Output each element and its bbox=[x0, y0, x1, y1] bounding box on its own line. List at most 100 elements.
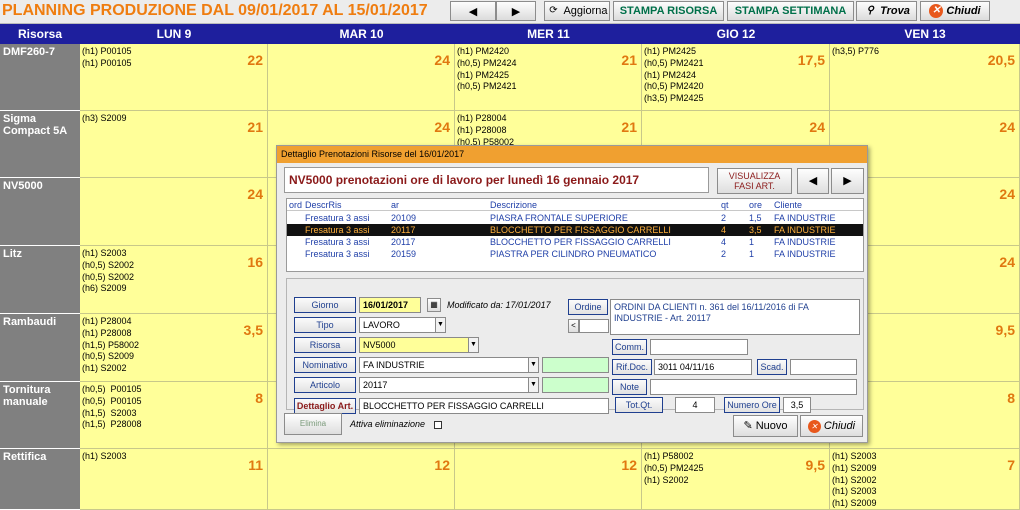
trova-button[interactable]: ⚲ Trova bbox=[856, 1, 917, 21]
binoculars-icon: ⚲ bbox=[866, 5, 874, 16]
nuovo-button[interactable]: ✎ Nuovo bbox=[733, 415, 798, 437]
available-hours: 24 bbox=[999, 119, 1015, 135]
available-hours: 24 bbox=[999, 186, 1015, 202]
table-cell: FA INDUSTRIE bbox=[774, 249, 836, 259]
prev-week-button[interactable]: ◀ bbox=[450, 1, 496, 21]
planner-cell[interactable]: (h1) S2003 (h0,5) S2002 (h0,5) S2002 (h6… bbox=[80, 246, 268, 314]
giorno-field[interactable]: 16/01/2017 bbox=[359, 297, 421, 313]
planner-cell[interactable]: 24 bbox=[268, 44, 455, 111]
chiudi-button[interactable]: ✕ Chiudi bbox=[920, 1, 990, 21]
table-cell: 2 bbox=[721, 249, 727, 259]
articolo-code-field[interactable] bbox=[542, 377, 609, 393]
table-cell: BLOCCHETTO PER FISSAGGIO CARRELLI bbox=[490, 237, 671, 247]
table-cell: 3,5 bbox=[749, 225, 762, 235]
available-hours: 21 bbox=[621, 52, 637, 68]
rifdoc-field[interactable]: 3011 04/11/16 bbox=[654, 359, 752, 375]
aggiorna-button[interactable]: ⟳ Aggiorna bbox=[544, 1, 610, 21]
new-record-icon: ✎ bbox=[743, 420, 753, 432]
table-cell: 4 bbox=[721, 237, 727, 247]
nominativo-select[interactable]: FA INDUSTRIE ▼ bbox=[359, 357, 539, 373]
ordine-prev-button[interactable]: < bbox=[568, 319, 579, 333]
nominativo-code-field[interactable] bbox=[542, 357, 609, 373]
giorno-label: Giorno bbox=[294, 297, 356, 313]
ordine-nav-field[interactable] bbox=[579, 319, 609, 333]
available-hours: 24 bbox=[247, 186, 263, 202]
resource-label: Rambaudi bbox=[0, 314, 80, 382]
stampa-risorsa-button[interactable]: STAMPA RISORSA bbox=[613, 1, 724, 21]
dialog-chiudi-button[interactable]: ✕ Chiudi bbox=[800, 415, 863, 437]
planner-cell[interactable]: (h1) P00105 (h1) P00105 22 bbox=[80, 44, 268, 111]
attiva-eliminazione-checkbox[interactable] bbox=[434, 421, 442, 429]
planner-cell[interactable]: (h0,5) P00105 (h0,5) P00105 (h1,5) S2003… bbox=[80, 382, 268, 449]
close-icon: ✕ bbox=[807, 419, 821, 433]
next-week-button[interactable]: ▶ bbox=[496, 1, 536, 21]
risorsa-select[interactable]: NV5000 ▼ bbox=[359, 337, 479, 353]
available-hours: 16 bbox=[247, 254, 263, 270]
table-row[interactable]: Fresatura 3 assi 20117 BLOCCHETTO PER FISS… bbox=[287, 224, 863, 236]
arrow-left-icon: ◀ bbox=[808, 175, 818, 187]
planner-cell[interactable]: (h1) PM2425 (h0,5) PM2421 (h1) PM2424 (h… bbox=[642, 44, 830, 111]
booking-entries: (h3) S2009 bbox=[82, 113, 127, 123]
table-cell: Fresatura 3 assi bbox=[305, 237, 370, 247]
available-hours: 20,5 bbox=[987, 52, 1015, 68]
available-hours: 24 bbox=[434, 52, 450, 68]
table-cell: 4 bbox=[721, 225, 727, 235]
visualizza-fasi-button[interactable]: VISUALIZZA FASI ART. bbox=[717, 168, 792, 194]
available-hours: 11 bbox=[248, 457, 263, 473]
table-row[interactable]: Fresatura 3 assi 20109 PIASRA FRONTALE SUP… bbox=[287, 212, 863, 224]
available-hours: 22 bbox=[247, 52, 263, 68]
table-cell: Fresatura 3 assi bbox=[305, 225, 370, 235]
calendar-icon[interactable]: ▦ bbox=[427, 298, 441, 312]
planner-cell[interactable]: (h1) P28004 (h1) P28008 (h1,5) P58002 (h… bbox=[80, 314, 268, 382]
stampa-risorsa-label: STAMPA RISORSA bbox=[619, 5, 718, 17]
table-row[interactable]: Fresatura 3 assi 20159 PIASTRA PER CILINDR… bbox=[287, 248, 863, 260]
dialog-next-button[interactable]: ▶ bbox=[831, 168, 864, 194]
chevron-down-icon: ▼ bbox=[435, 318, 445, 332]
column-header: qt bbox=[721, 200, 729, 210]
dialog-title: Dettaglio Prenotazioni Risorse del 16/01… bbox=[277, 146, 867, 163]
table-header: ord DescrRis ar Descrizione qt ore Cliente bbox=[287, 199, 863, 211]
planner-cell[interactable]: (h1) P58002 (h0,5) PM2425 (h1) S2002 9,5 bbox=[642, 449, 830, 510]
booking-detail-dialog: Dettaglio Prenotazioni Risorse del 16/01… bbox=[276, 145, 868, 443]
nominativo-label: Nominativo bbox=[294, 357, 356, 373]
planner-cell[interactable]: (h3) S2009 21 bbox=[80, 111, 268, 178]
nominativo-value: FA INDUSTRIE bbox=[363, 360, 425, 370]
planner-cell[interactable]: (h1) S2003 11 bbox=[80, 449, 268, 510]
chevron-down-icon: ▼ bbox=[528, 358, 538, 372]
booking-entries: (h0,5) P00105 (h0,5) P00105 (h1,5) S2003… bbox=[82, 384, 142, 430]
table-cell: 2 bbox=[721, 213, 727, 223]
totqt-field[interactable]: 4 bbox=[675, 397, 715, 413]
available-hours: 24 bbox=[999, 254, 1015, 270]
comm-field[interactable] bbox=[650, 339, 748, 355]
scad-field[interactable] bbox=[790, 359, 857, 375]
dettaglio-art-field[interactable]: BLOCCHETTO PER FISSAGGIO CARRELLI bbox=[359, 398, 609, 414]
booking-form: Giorno 16/01/2017 ▦ Modificato da: 17/01… bbox=[286, 278, 864, 414]
planner-cell[interactable]: 12 bbox=[268, 449, 455, 510]
close-icon: ✕ bbox=[929, 4, 944, 18]
planner-cell[interactable]: (h1) PM2420 (h0,5) PM2424 (h1) PM2425 (h… bbox=[455, 44, 642, 111]
resource-label: NV5000 bbox=[0, 178, 80, 246]
nuovo-label: Nuovo bbox=[755, 420, 788, 432]
booking-entries: (h1) S2003 (h0,5) S2002 (h0,5) S2002 (h6… bbox=[82, 248, 135, 294]
booking-entries: (h1) S2003 bbox=[82, 451, 127, 461]
chiudi-label: Chiudi bbox=[946, 5, 981, 17]
articolo-select[interactable]: 20117 ▼ bbox=[359, 377, 539, 393]
comm-label: Comm. bbox=[612, 339, 647, 355]
note-field[interactable] bbox=[650, 379, 857, 395]
elimina-button[interactable]: Elimina bbox=[284, 413, 342, 435]
planner-cell[interactable]: (h3,5) P776 20,5 bbox=[830, 44, 1020, 111]
rifdoc-label: Rif.Doc. bbox=[612, 359, 652, 375]
planner-cell[interactable]: 24 bbox=[80, 178, 268, 246]
tipo-select[interactable]: LAVORO ▼ bbox=[359, 317, 446, 333]
available-hours: 21 bbox=[621, 119, 637, 135]
delete-icon: Elimina bbox=[299, 419, 327, 428]
stampa-settimana-button[interactable]: STAMPA SETTIMANA bbox=[727, 1, 854, 21]
table-row[interactable]: Fresatura 3 assi 20117 BLOCCHETTO PER FISS… bbox=[287, 236, 863, 248]
dialog-prev-button[interactable]: ◀ bbox=[797, 168, 829, 194]
numore-field[interactable]: 3,5 bbox=[783, 397, 811, 413]
column-header: DescrRis bbox=[305, 200, 342, 210]
planner-cell[interactable]: (h1) S2003 (h1) S2009 (h1) S2002 (h1) S2… bbox=[830, 449, 1020, 510]
table-cell: 20117 bbox=[391, 237, 416, 247]
planner-cell[interactable]: 12 bbox=[455, 449, 642, 510]
articolo-label: Articolo bbox=[294, 377, 356, 393]
